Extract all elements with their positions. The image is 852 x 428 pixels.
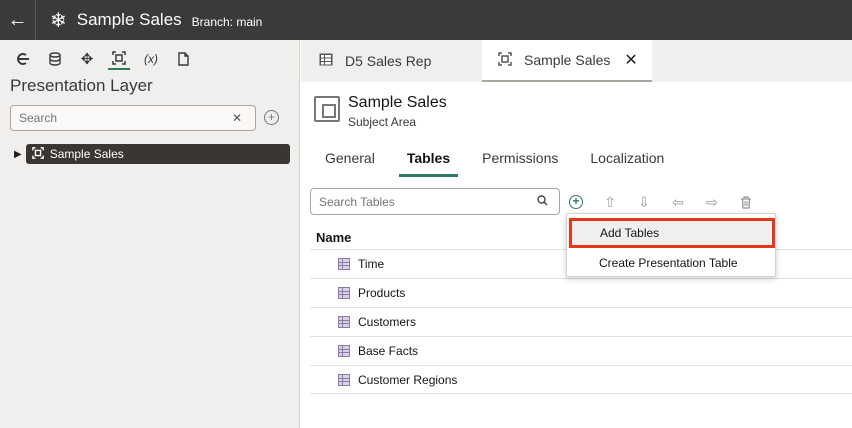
subject-area-large-icon (314, 96, 340, 122)
back-arrow-icon[interactable]: ← (0, 0, 36, 40)
top-bar: ← ❄ Sample Sales Branch: main (0, 0, 852, 40)
search-icon[interactable] (537, 194, 548, 209)
table-name: Customer Regions (358, 372, 458, 387)
variable-icon[interactable]: (x) (140, 48, 162, 70)
panel-title: Presentation Layer (10, 76, 153, 95)
tree-node-sample-sales[interactable]: Sample Sales (25, 144, 290, 164)
editor-tab-strip: D5 Sales Rep Sample Sales ✕ (301, 40, 852, 82)
table-name: Customers (358, 315, 417, 329)
snowflake-icon: ❄ (50, 9, 67, 32)
expand-caret-icon[interactable]: ▶ (14, 149, 22, 160)
app-title: Sample Sales (76, 10, 182, 29)
tree-node-label: Sample Sales (49, 147, 124, 161)
connection-icon[interactable] (12, 48, 34, 70)
table-icon (338, 316, 350, 328)
menu-item-add-tables[interactable]: Add Tables (569, 218, 775, 248)
database-icon[interactable] (44, 48, 66, 70)
plus-circle-icon: + (569, 195, 583, 209)
menu-item-create-presentation-table[interactable]: Create Presentation Table (567, 248, 775, 278)
table-grid-icon (319, 53, 333, 69)
table-icon (338, 287, 350, 299)
table-row[interactable]: Base Facts (310, 336, 852, 365)
table-row[interactable]: Products (310, 278, 852, 307)
tab-label: Sample Sales (524, 52, 611, 68)
move-down-icon[interactable]: ⇩ (634, 192, 654, 212)
add-table-button[interactable]: + (566, 192, 586, 212)
move-left-icon[interactable]: ⇦ (668, 192, 688, 212)
subject-title: Sample Sales (348, 94, 447, 111)
tables-search-input[interactable] (311, 194, 531, 209)
tables-search-box (310, 188, 560, 215)
left-search-input[interactable] (11, 111, 226, 125)
subject-subtitle: Subject Area (348, 115, 417, 129)
add-dropdown-menu: Add Tables Create Presentation Table (566, 213, 776, 277)
tab-sample-sales[interactable]: Sample Sales ✕ (482, 40, 652, 82)
branch-label: Branch: main (191, 14, 263, 29)
name-column-header[interactable]: Name (316, 230, 351, 245)
tables-toolbar: + ⇧ ⇩ ⇦ ⇨ (566, 192, 756, 212)
subject-area-icon[interactable] (108, 48, 130, 70)
close-icon[interactable]: ✕ (624, 50, 637, 70)
clear-icon[interactable]: ✕ (232, 111, 242, 125)
move-right-icon[interactable]: ⇨ (702, 192, 722, 212)
table-icon (338, 258, 350, 270)
content-tabs: General Tables Permissions Localization (325, 150, 696, 177)
tab-localization[interactable]: Localization (590, 150, 664, 177)
delete-icon[interactable] (736, 192, 756, 212)
left-panel: ✥ (x) Presentation Layer ✕ + ▶ Sample Sa… (0, 40, 300, 428)
subject-area-icon (498, 51, 512, 69)
move-up-icon[interactable]: ⇧ (600, 192, 620, 212)
document-icon[interactable] (172, 48, 194, 70)
tab-label: D5 Sales Rep (345, 53, 432, 69)
table-row[interactable]: Customer Regions (310, 365, 852, 394)
tab-d5-sales-rep[interactable]: D5 Sales Rep (319, 40, 431, 82)
table-name: Base Facts (358, 344, 419, 358)
tree-row: ▶ Sample Sales (14, 144, 290, 164)
table-icon (338, 373, 350, 386)
tab-permissions[interactable]: Permissions (482, 150, 558, 177)
table-icon (338, 345, 350, 357)
move-arrows-icon[interactable]: ✥ (76, 48, 98, 70)
left-search-box: ✕ (10, 105, 256, 131)
table-row[interactable]: Customers (310, 307, 852, 336)
table-name: Products (358, 286, 406, 300)
subject-area-icon (31, 146, 44, 162)
tab-general[interactable]: General (325, 150, 375, 177)
table-name: Time (358, 257, 385, 271)
left-toolbar: ✥ (x) (12, 48, 194, 70)
add-icon[interactable]: + (264, 110, 279, 125)
tab-tables[interactable]: Tables (398, 150, 459, 177)
